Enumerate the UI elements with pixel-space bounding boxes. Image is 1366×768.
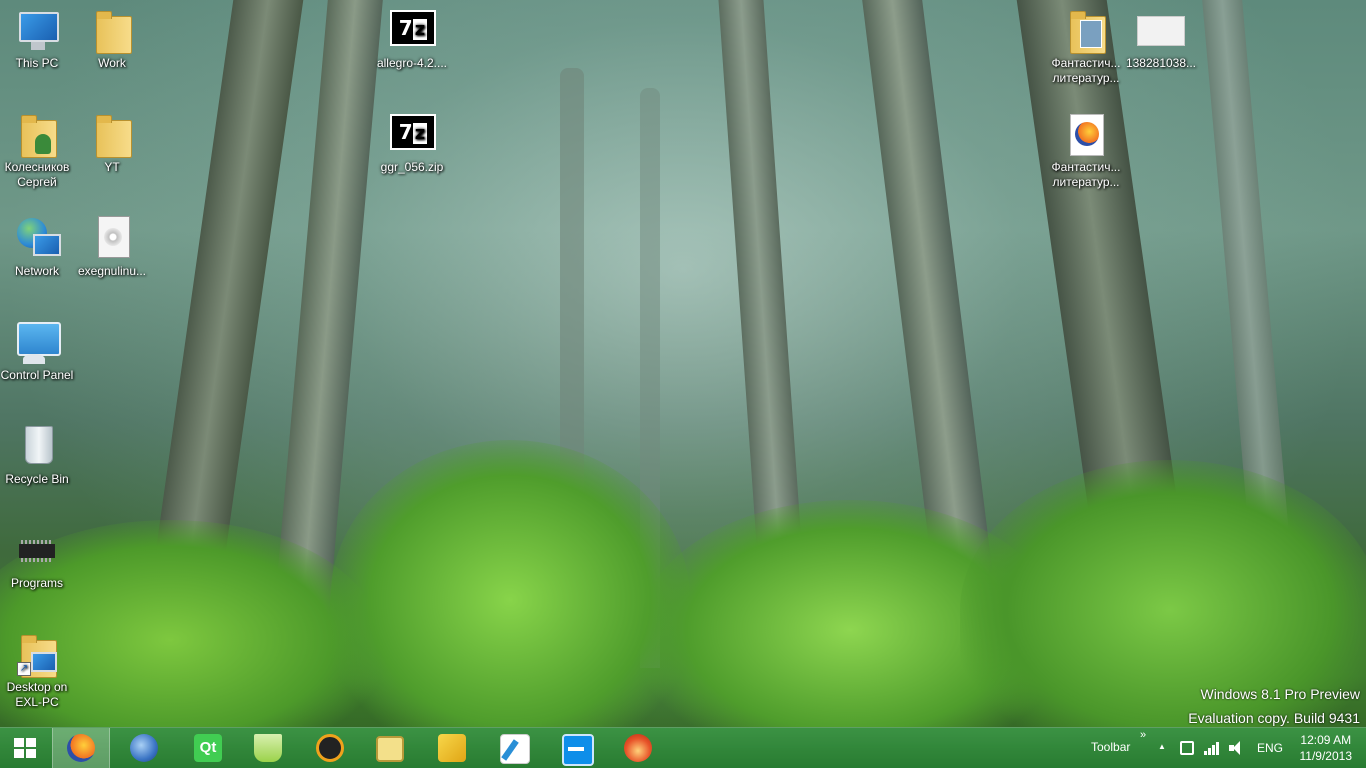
teamviewer-icon: [562, 734, 594, 766]
taskbar: Qt Toolbar » ▲ ENG 12:09 AM 11/9/2013: [0, 727, 1366, 768]
desktop-icon-label: Фантастич... литератур...: [1051, 160, 1121, 189]
language-indicator[interactable]: ENG: [1257, 741, 1283, 755]
image-thumbnail-icon: [1137, 6, 1185, 54]
taskbar-app-aimp[interactable]: [302, 728, 358, 768]
clock[interactable]: 12:09 AM 11/9/2013: [1300, 732, 1353, 764]
desktop-icon-label: Programs: [10, 576, 63, 590]
desktop-icon-label: Фантастич... литератур...: [1051, 56, 1121, 85]
desktop-icon-yt[interactable]: YT: [75, 110, 149, 175]
volume-icon[interactable]: [1229, 741, 1245, 755]
puzzle-tool-icon: [438, 734, 466, 762]
taskbar-app-quill-editor[interactable]: [486, 728, 542, 768]
desktop-icon-recycle-bin[interactable]: Recycle Bin: [0, 422, 74, 487]
desktop-icon-programs[interactable]: Programs: [0, 526, 74, 591]
firefox-document-icon: [1062, 110, 1110, 158]
network-folder-icon: ↗: [13, 630, 61, 678]
network-icon: [13, 214, 61, 262]
desktop-icon-label: ggr_056.zip: [380, 160, 444, 174]
toolbar-label[interactable]: Toolbar: [1091, 740, 1130, 754]
clock-date: 11/9/2013: [1299, 749, 1353, 763]
network-meter-icon: [254, 734, 282, 762]
desktop-icon-label: Network: [14, 264, 59, 278]
folder-icon: [88, 110, 136, 158]
desktop-icon-label: Колесников Сергей: [4, 160, 70, 189]
fern-foliage: [330, 440, 690, 728]
desktop-icon-control-panel[interactable]: Control Panel: [0, 318, 74, 383]
desktop-icon-label: exegnulinu...: [77, 264, 147, 278]
start-button[interactable]: [0, 728, 50, 768]
chip-icon: [13, 526, 61, 574]
taskbar-app-firefox[interactable]: [52, 728, 110, 768]
disc-image-icon: [88, 214, 136, 262]
folder-icon: [88, 6, 136, 54]
computer-icon: [13, 6, 61, 54]
desktop-icon-fantastic-doc[interactable]: Фантастич... литератур...: [1049, 110, 1123, 190]
folder-icon: [1062, 6, 1110, 54]
aimp-icon: [316, 734, 344, 762]
taskbar-app-thunderbird[interactable]: [116, 728, 172, 768]
desktop-icon-label: This PC: [15, 56, 59, 70]
taskbar-app-puzzle-tool[interactable]: [424, 728, 480, 768]
taskbar-app-network-meter[interactable]: [240, 728, 296, 768]
desktop-icon-label: Recycle Bin: [5, 472, 69, 486]
thunderbird-icon: [130, 734, 158, 762]
firefox-icon: [67, 734, 95, 762]
desktop-icon-work[interactable]: Work: [75, 6, 149, 71]
desktop-icon-label: Work: [98, 56, 126, 70]
control-panel-icon: [13, 318, 61, 366]
desktop-icon-this-pc[interactable]: This PC: [0, 6, 74, 71]
7z-archive-icon: 7z: [388, 110, 436, 158]
desktop-icon-ggr-zip[interactable]: 7z ggr_056.zip: [375, 110, 449, 175]
desktop-icon-allegro[interactable]: 7z allegro-4.2....: [375, 6, 449, 71]
desktop-icon-image-file[interactable]: 138281038...: [1124, 6, 1198, 71]
toolbar-chevron-icon[interactable]: »: [1140, 729, 1146, 741]
qt-creator-icon: Qt: [194, 734, 222, 762]
desktop-icon-label: Control Panel: [0, 368, 74, 382]
windows-logo-icon: [14, 738, 36, 758]
7z-archive-icon: 7z: [388, 6, 436, 54]
desktop-icon-label: allegro-4.2....: [376, 56, 448, 70]
desktop-icon-label: Desktop on EXL-PC: [6, 680, 68, 709]
burner-icon: [624, 734, 652, 762]
windows-watermark-line1: Windows 8.1 Pro Preview: [1200, 686, 1360, 702]
desktop-icon-fantastic-folder[interactable]: Фантастич... литератур...: [1049, 6, 1123, 86]
user-folder-icon: [13, 110, 61, 158]
network-signal-icon[interactable]: [1204, 741, 1220, 755]
desktop-icon-user-folder[interactable]: Колесников Сергей: [0, 110, 74, 190]
taskbar-app-teamviewer[interactable]: [548, 728, 604, 768]
desktop-icon-exegnulinux[interactable]: exegnulinu...: [75, 214, 149, 279]
desktop-icon-label: YT: [104, 160, 120, 174]
show-hidden-icons-arrow-icon[interactable]: ▲: [1158, 742, 1166, 751]
taskbar-app-burner[interactable]: [610, 728, 666, 768]
power-icon[interactable]: [1180, 741, 1194, 755]
clock-time: 12:09 AM: [1300, 733, 1352, 747]
taskbar-app-game-editor[interactable]: [362, 728, 418, 768]
desktop-icon-network[interactable]: Network: [0, 214, 74, 279]
quill-editor-icon: [500, 734, 530, 764]
desktop-wallpaper: [0, 0, 1366, 728]
desktop-icon-desktop-on-exl-pc[interactable]: ↗ Desktop on EXL-PC: [0, 630, 74, 710]
windows-watermark-line2: Evaluation copy. Build 9431: [1188, 710, 1360, 726]
game-editor-icon: [376, 736, 404, 762]
shortcut-arrow-icon: ↗: [17, 662, 31, 676]
recycle-bin-icon: [13, 422, 61, 470]
taskbar-app-qt-creator[interactable]: Qt: [180, 728, 236, 768]
desktop-icon-label: 138281038...: [1125, 56, 1197, 70]
